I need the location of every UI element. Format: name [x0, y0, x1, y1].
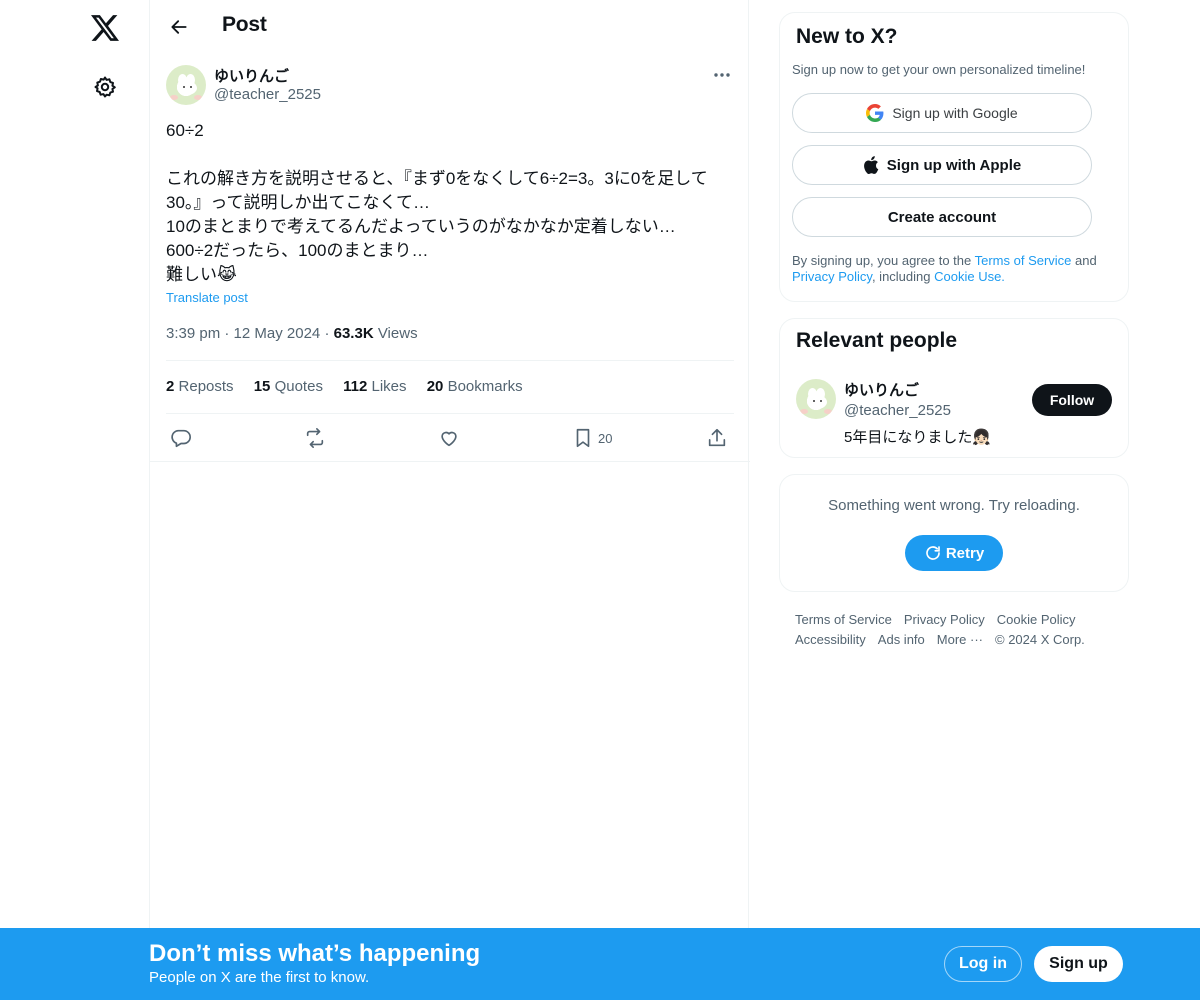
- separator-dot: ·: [324, 325, 334, 342]
- signup-google-button[interactable]: Sign up with Google: [792, 93, 1092, 133]
- author-name[interactable]: ゆいりんご: [214, 65, 289, 86]
- cookie-link[interactable]: Cookie Use.: [934, 269, 1005, 284]
- quotes-stat[interactable]: 15 Quotes: [254, 378, 323, 395]
- post-text: 60÷2 これの解き方を説明させると、『まず0をなくして6÷2=3。3に0を足し…: [166, 121, 708, 284]
- footer-ads-link[interactable]: Ads info: [878, 632, 925, 647]
- relevant-title: Relevant people: [796, 329, 958, 352]
- banner-title: Don’t miss what’s happening: [149, 940, 481, 967]
- signup-apple-button[interactable]: Sign up with Apple: [792, 145, 1092, 185]
- post-actions: 20: [166, 424, 734, 452]
- bookmarks-stat[interactable]: 20 Bookmarks: [427, 378, 523, 395]
- like-icon[interactable]: [438, 424, 460, 452]
- post-time[interactable]: 3:39 pm: [166, 325, 220, 342]
- avatar[interactable]: [166, 65, 206, 105]
- reply-icon[interactable]: [170, 424, 192, 452]
- signup-title: New to X?: [796, 25, 898, 48]
- create-account-button[interactable]: Create account: [792, 197, 1092, 237]
- footer-links: Terms of Service Privacy Policy Cookie Pol…: [795, 610, 1125, 650]
- refresh-icon: [926, 546, 940, 560]
- post-header: Post: [150, 0, 750, 53]
- footer-terms-link[interactable]: Terms of Service: [795, 612, 892, 627]
- privacy-link[interactable]: Privacy Policy: [792, 269, 872, 284]
- login-button[interactable]: Log in: [944, 946, 1022, 982]
- relevant-bio: 5年目になりました👧🏻: [844, 429, 992, 446]
- post-meta: 3:39 pm · 12 May 2024 · 63.3K Views: [166, 325, 418, 342]
- copyright: © 2024 X Corp.: [995, 632, 1085, 647]
- post-date[interactable]: 12 May 2024: [234, 325, 321, 342]
- more-options-icon[interactable]: [708, 65, 736, 85]
- retry-button[interactable]: Retry: [905, 535, 1003, 571]
- terms-link[interactable]: Terms of Service: [975, 253, 1072, 268]
- divider: [166, 413, 734, 414]
- footer-accessibility-link[interactable]: Accessibility: [795, 632, 866, 647]
- page-title: Post: [222, 13, 267, 36]
- separator-dot: ·: [224, 325, 234, 342]
- gear-icon[interactable]: [85, 67, 125, 107]
- share-icon[interactable]: [706, 424, 728, 452]
- signup-card: New to X? Sign up now to get your own pe…: [779, 12, 1129, 302]
- relevant-name[interactable]: ゆいりんご: [844, 379, 919, 400]
- error-message: Something went wrong. Try reloading.: [828, 497, 1080, 514]
- google-icon: [866, 104, 884, 122]
- reposts-stat[interactable]: 2 Reposts: [166, 378, 234, 395]
- divider: [150, 461, 750, 462]
- error-card: Something went wrong. Try reloading. Ret…: [779, 474, 1129, 592]
- apple-icon: [863, 156, 879, 174]
- likes-stat[interactable]: 112 Likes: [343, 378, 406, 395]
- views-count: 63.3K: [333, 325, 374, 342]
- left-nav: [0, 0, 150, 1000]
- footer-privacy-link[interactable]: Privacy Policy: [904, 612, 985, 627]
- x-logo-icon[interactable]: [85, 8, 125, 48]
- translate-post-link[interactable]: Translate post: [166, 290, 248, 305]
- follow-button[interactable]: Follow: [1032, 384, 1112, 416]
- views-label: Views: [377, 325, 418, 342]
- back-arrow-icon[interactable]: [162, 10, 196, 44]
- bookmark-icon: [576, 428, 590, 448]
- relevant-handle[interactable]: @teacher_2525: [844, 402, 951, 419]
- bookmark-count: 20: [598, 430, 613, 446]
- signup-legal-text: By signing up, you agree to the Terms of…: [792, 253, 1097, 284]
- repost-icon[interactable]: [304, 424, 326, 452]
- footer-more-link[interactable]: More ···: [937, 632, 983, 647]
- signup-button[interactable]: Sign up: [1034, 946, 1123, 982]
- footer-cookie-link[interactable]: Cookie Policy: [997, 612, 1076, 627]
- avatar[interactable]: [796, 379, 836, 419]
- author-handle[interactable]: @teacher_2525: [214, 86, 321, 103]
- main-column: Post ゆいりんご @teacher_2525 60÷2 これの解き方を説明さ…: [149, 0, 750, 1000]
- bottom-banner: Don’t miss what’s happening People on X …: [0, 928, 1200, 1000]
- divider: [166, 360, 734, 361]
- post-stats: 2 Reposts 15 Quotes 112 Likes 20 Bookmar…: [166, 378, 539, 395]
- signup-subtitle: Sign up now to get your own personalized…: [792, 62, 1086, 77]
- post-author: ゆいりんご @teacher_2525: [166, 65, 736, 107]
- banner-subtitle: People on X are the first to know.: [149, 969, 370, 986]
- relevant-people-card: Relevant people ゆいりんご @teacher_2525 5年目に…: [779, 318, 1129, 458]
- bookmark-button[interactable]: 20: [572, 424, 612, 452]
